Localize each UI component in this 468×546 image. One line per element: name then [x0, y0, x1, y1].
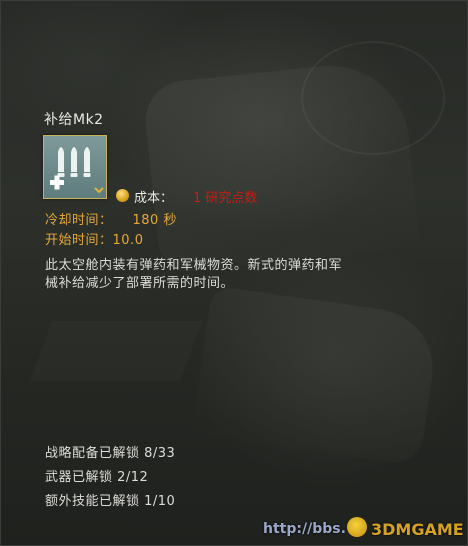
cost-label: 成本： [134, 191, 174, 206]
perks-unlocked: 额外技能已解锁 1/10 [45, 494, 176, 509]
background-panel [30, 321, 202, 381]
coin-icon [116, 189, 129, 202]
watermark-brand: 3DMGAME [371, 520, 464, 539]
ammo-shells-graphic [50, 147, 104, 194]
cooldown-row: 冷却时间： 180 秒 [45, 209, 177, 228]
description-line: 此太空舱内装有弹药和军械物资。新式的弹药和军 [45, 258, 343, 273]
background-hull [191, 285, 441, 467]
start-time-row: 开始时间：10.0 [45, 229, 143, 248]
watermark-logo-icon [347, 517, 367, 537]
item-title: 补给Mk2 [44, 112, 104, 128]
tooltip-panel: 补给Mk2 成本： 1 研究点数 冷却时间： 180 秒 开始时间：10.0 此… [0, 0, 468, 546]
watermark-url: http://bbs. [263, 521, 346, 537]
cost-value: 1 研究点数 [193, 191, 258, 206]
supply-ammo-icon[interactable] [43, 135, 107, 199]
description-line: 械补给减少了部署所需的时间。 [45, 276, 235, 291]
cooldown-label: 冷却时间： [45, 213, 113, 228]
cooldown-value: 180 秒 [132, 213, 177, 228]
item-description: 此太空舱内装有弹药和军械物资。新式的弹药和军 械补给减少了部署所需的时间。 [45, 257, 435, 293]
stratagems-unlocked: 战略配备已解锁 8/33 [45, 446, 176, 461]
weapons-unlocked: 武器已解锁 2/12 [45, 470, 149, 485]
start-time-value: 10.0 [112, 233, 144, 248]
background-machinery [141, 57, 421, 275]
background-ring [301, 41, 445, 155]
start-time-label: 开始时间： [45, 233, 113, 248]
